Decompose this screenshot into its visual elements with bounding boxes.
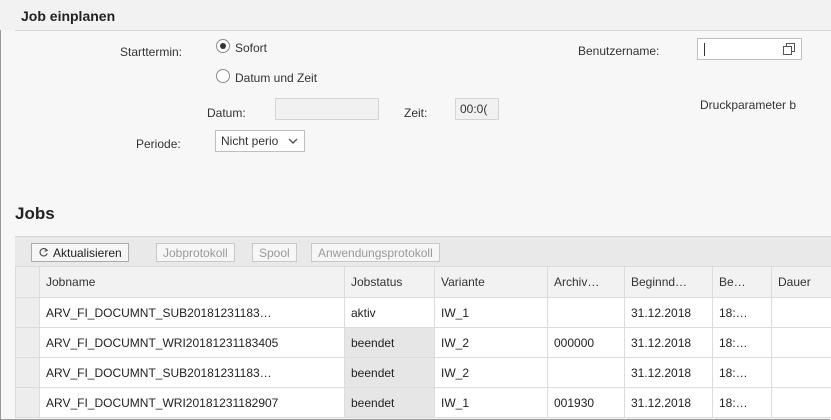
refresh-button-label: Aktualisieren	[53, 246, 122, 260]
cell-jobname: ARV_FI_DOCUMNT_SUB20181231183…	[39, 357, 345, 388]
cell-archiv	[547, 297, 625, 328]
cell-zeit: 18:…	[712, 387, 772, 418]
cell-archiv	[547, 357, 625, 388]
column-header-variante[interactable]: Variante	[434, 266, 548, 298]
cell-jobname: ARV_FI_DOCUMNT_WRI20181231182907	[39, 387, 345, 418]
value-help-icon[interactable]	[782, 42, 796, 56]
jobs-toolbar: Aktualisieren Jobprotokoll Spool Anwendu…	[15, 236, 831, 267]
benutzername-input[interactable]	[697, 38, 802, 60]
anwendungsprotokoll-button[interactable]: Anwendungsprotokoll	[311, 243, 440, 262]
periode-select[interactable]: Nicht perio	[215, 130, 305, 152]
cell-archiv: 000000	[547, 327, 625, 358]
row-selector[interactable]	[15, 387, 40, 418]
row-selector[interactable]	[15, 297, 40, 328]
table-row[interactable]: ARV_FI_DOCUMNT_WRI20181231182907 beendet…	[15, 387, 831, 418]
select-all-cell[interactable]	[15, 266, 40, 298]
zeit-input[interactable]: 00:0(	[455, 98, 499, 120]
section-header: Job einplanen	[0, 0, 831, 30]
cell-dauer	[771, 387, 831, 418]
cell-dauer	[771, 357, 831, 388]
druckparameter-link[interactable]: Druckparameter b	[700, 98, 796, 112]
section-title: Job einplanen	[21, 8, 116, 24]
datum-label: Datum:	[207, 106, 246, 120]
column-header-archiv[interactable]: Archiv…	[547, 266, 625, 298]
cell-status: beendet	[344, 327, 435, 358]
radio-datum-zeit[interactable]	[216, 69, 230, 83]
radio-datum-zeit-label[interactable]: Datum und Zeit	[235, 71, 317, 85]
refresh-button[interactable]: Aktualisieren	[31, 243, 129, 262]
column-header-beginnzeit[interactable]: Be…	[712, 266, 772, 298]
refresh-icon	[39, 247, 49, 257]
cell-variante: IW_2	[434, 327, 548, 358]
periode-label: Periode:	[136, 137, 181, 151]
periode-value: Nicht perio	[221, 134, 279, 148]
chevron-down-icon	[288, 138, 298, 144]
benutzername-label: Benutzername:	[578, 44, 660, 58]
cell-status: beendet	[344, 357, 435, 388]
table-row[interactable]: ARV_FI_DOCUMNT_SUB20181231183… beendet I…	[15, 357, 831, 388]
column-header-jobname[interactable]: Jobname	[39, 266, 345, 298]
jobprotokoll-button[interactable]: Jobprotokoll	[156, 243, 235, 262]
cell-dauer	[771, 327, 831, 358]
cell-datum: 31.12.2018	[624, 357, 713, 388]
row-selector[interactable]	[15, 357, 40, 388]
cell-zeit: 18:…	[712, 327, 772, 358]
cell-variante: IW_2	[434, 357, 548, 388]
row-selector[interactable]	[15, 327, 40, 358]
starttermin-label: Starttermin:	[120, 45, 183, 59]
cell-jobname: ARV_FI_DOCUMNT_WRI20181231183405	[39, 327, 345, 358]
table-row[interactable]: ARV_FI_DOCUMNT_SUB20181231183… aktiv IW_…	[15, 297, 831, 328]
cell-datum: 31.12.2018	[624, 387, 713, 418]
cell-status: aktiv	[344, 297, 435, 328]
radio-sofort[interactable]	[216, 39, 230, 53]
cell-dauer	[771, 297, 831, 328]
spool-button[interactable]: Spool	[252, 243, 297, 262]
radio-selected-dot	[220, 43, 226, 49]
jobs-title: Jobs	[15, 204, 55, 223]
table-row[interactable]: ARV_FI_DOCUMNT_WRI20181231183405 beendet…	[15, 327, 831, 358]
jobs-table: Jobname Jobstatus Variante Archiv… Begin…	[15, 266, 831, 418]
cell-datum: 31.12.2018	[624, 297, 713, 328]
zeit-label: Zeit:	[404, 106, 428, 120]
cell-variante: IW_1	[434, 297, 548, 328]
cell-status: beendet	[344, 387, 435, 418]
cell-archiv: 001930	[547, 387, 625, 418]
cell-variante: IW_1	[434, 387, 548, 418]
column-header-dauer[interactable]: Dauer	[771, 266, 831, 298]
column-header-beginndatum[interactable]: Beginnd…	[624, 266, 713, 298]
cell-zeit: 18:…	[712, 357, 772, 388]
datum-input[interactable]	[275, 98, 379, 120]
column-header-jobstatus[interactable]: Jobstatus	[344, 266, 435, 298]
cell-datum: 31.12.2018	[624, 327, 713, 358]
table-header-row: Jobname Jobstatus Variante Archiv… Begin…	[15, 266, 831, 298]
text-cursor	[704, 43, 705, 56]
cell-zeit: 18:…	[712, 297, 772, 328]
section-divider	[15, 30, 831, 31]
radio-sofort-label[interactable]: Sofort	[235, 41, 267, 55]
cell-jobname: ARV_FI_DOCUMNT_SUB20181231183…	[39, 297, 345, 328]
